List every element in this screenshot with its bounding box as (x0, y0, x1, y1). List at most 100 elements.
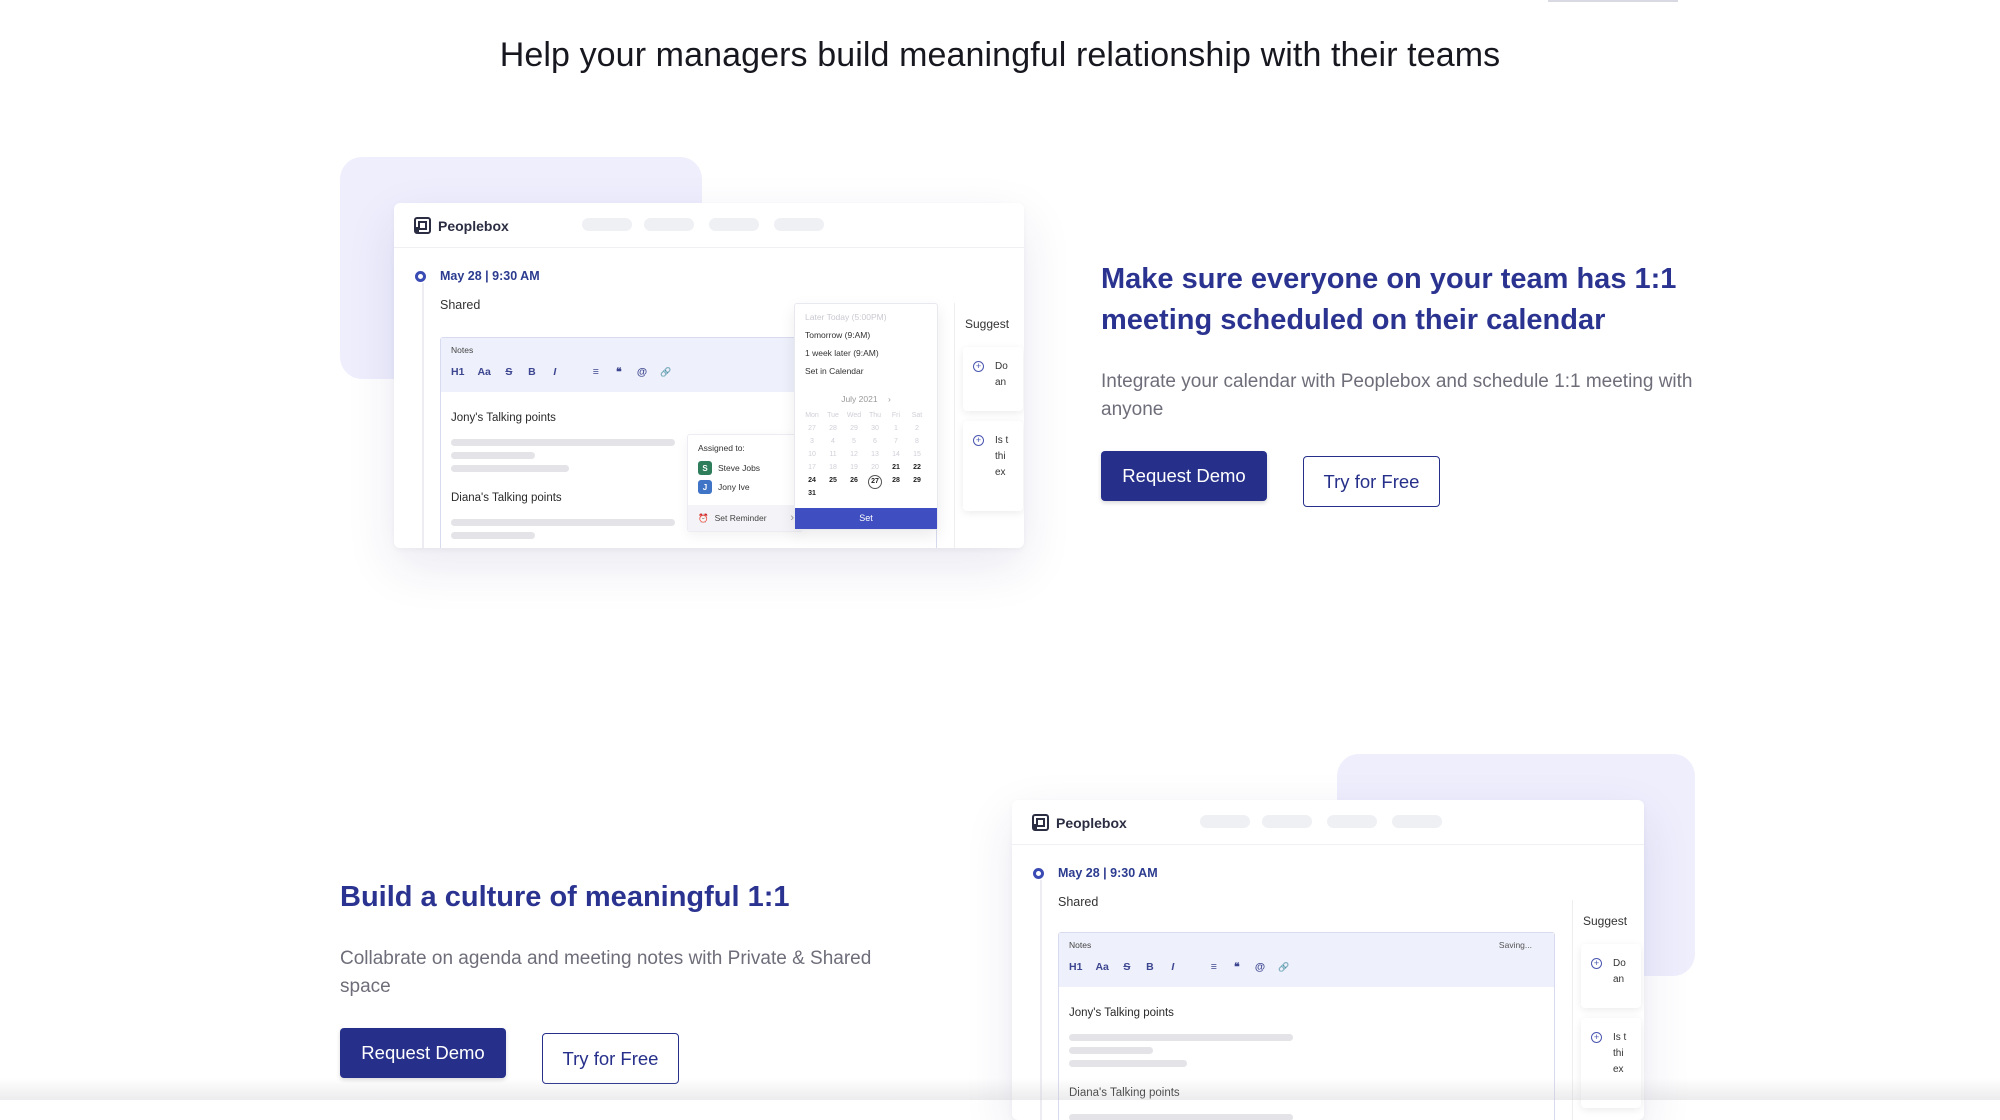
try-for-free-button[interactable]: Try for Free (1303, 456, 1440, 507)
suggestion-text: Do an (995, 361, 1008, 388)
suggestion-card[interactable]: + Is t thi ex (963, 421, 1023, 511)
calendar-day[interactable]: 17 (803, 464, 821, 471)
calendar-day[interactable]: 24 (803, 477, 821, 484)
assignee-item[interactable]: J Jony Ive (698, 480, 750, 494)
list-icon[interactable]: ≡ (591, 366, 601, 378)
calendar-day[interactable]: 27 (868, 475, 882, 489)
calendar-weekday: Tue (827, 412, 839, 419)
calendar-day[interactable]: 13 (866, 451, 884, 458)
mention-icon[interactable]: @ (637, 366, 647, 378)
timeline-dot (415, 271, 426, 282)
try-for-free-button[interactable]: Try for Free (542, 1033, 679, 1084)
suggest-title: Suggest (1583, 914, 1628, 928)
chevron-right-icon[interactable]: › (888, 394, 891, 404)
calendar-day[interactable]: 4 (824, 438, 842, 445)
set-button[interactable]: Set (795, 508, 937, 529)
calendar-day[interactable]: 11 (824, 451, 842, 458)
calendar-day[interactable]: 2 (908, 425, 926, 432)
font-size-icon[interactable]: Aa (1095, 961, 1108, 973)
link-icon[interactable]: 🔗 (1278, 962, 1289, 973)
calendar-day[interactable]: 14 (887, 451, 905, 458)
shared-label: Shared (1058, 895, 1099, 909)
text-placeholder (451, 465, 569, 472)
calendar-day[interactable]: 25 (824, 477, 842, 484)
list-icon[interactable]: ≡ (1209, 961, 1219, 973)
top-divider (1548, 0, 1678, 2)
text-placeholder (451, 532, 535, 539)
calendar-day[interactable]: 28 (824, 425, 842, 432)
brand: Peoplebox (1032, 814, 1127, 831)
reminder-calendar-popup: Later Today (5:00PM) Tomorrow (9:AM) 1 w… (794, 303, 938, 530)
calendar-day[interactable]: 30 (866, 425, 884, 432)
italic-icon[interactable]: I (550, 366, 560, 378)
calendar-day[interactable]: 10 (803, 451, 821, 458)
saving-status: Saving... (1498, 940, 1532, 950)
calendar-day[interactable]: 8 (908, 438, 926, 445)
formatting-toolbar: H1 Aa S B I ≡ ❝ @ 🔗 (1069, 961, 1289, 973)
font-size-icon[interactable]: Aa (477, 366, 490, 378)
calendar-day[interactable]: 21 (887, 464, 905, 471)
add-icon: + (1591, 1032, 1602, 1043)
strikethrough-icon[interactable]: S (1122, 961, 1132, 973)
notes-title: Notes (1069, 940, 1092, 950)
nav-placeholder (644, 218, 694, 231)
notes-title: Notes (451, 345, 474, 355)
bold-icon[interactable]: B (1145, 961, 1155, 973)
calendar-day[interactable]: 27 (803, 425, 821, 432)
reminder-option[interactable]: Tomorrow (9:AM) (805, 330, 870, 340)
italic-icon[interactable]: I (1168, 961, 1178, 973)
calendar-day[interactable]: 1 (887, 425, 905, 432)
calendar-month: July 2021 › (795, 394, 937, 404)
nav-placeholder (709, 218, 759, 231)
reminder-option[interactable]: 1 week later (9:AM) (805, 348, 879, 358)
meeting-date: May 28 | 9:30 AM (1058, 866, 1158, 880)
calendar-day[interactable]: 15 (908, 451, 926, 458)
calendar-day[interactable]: 6 (866, 438, 884, 445)
text-placeholder (451, 452, 535, 459)
suggestion-text: Do an (1613, 958, 1626, 985)
avatar: S (698, 461, 712, 475)
formatting-toolbar: H1 Aa S B I ≡ ❝ @ 🔗 (451, 366, 671, 378)
nav-placeholder (1200, 815, 1250, 828)
feature-title: Build a culture of meaningful 1:1 (340, 881, 790, 913)
calendar-day[interactable]: 28 (887, 477, 905, 484)
calendar-day[interactable]: 26 (845, 477, 863, 484)
heading-icon[interactable]: H1 (451, 366, 464, 378)
reminder-option[interactable]: Set in Calendar (805, 366, 864, 376)
calendar-day[interactable]: 29 (845, 425, 863, 432)
set-reminder-button[interactable]: ⏰ Set Reminder › (688, 505, 802, 531)
calendar-day[interactable]: 22 (908, 464, 926, 471)
quote-icon[interactable]: ❝ (614, 366, 624, 378)
add-icon: + (1591, 958, 1602, 969)
suggestions-panel: Suggest + Do an + Is t thi ex (954, 303, 1024, 548)
heading-icon[interactable]: H1 (1069, 961, 1082, 973)
mention-icon[interactable]: @ (1255, 961, 1265, 973)
calendar-day[interactable]: 18 (824, 464, 842, 471)
calendar-day[interactable]: 20 (866, 464, 884, 471)
brand-name: Peoplebox (438, 217, 509, 234)
request-demo-button[interactable]: Request Demo (1101, 451, 1267, 501)
suggestion-card[interactable]: + Do an (1581, 944, 1641, 1008)
calendar-day[interactable]: 29 (908, 477, 926, 484)
link-icon[interactable]: 🔗 (660, 367, 671, 378)
set-reminder-label: Set Reminder (714, 513, 767, 523)
request-demo-button[interactable]: Request Demo (340, 1028, 506, 1078)
assignee-name: Jony Ive (718, 482, 750, 492)
calendar-month-label: July 2021 (841, 394, 878, 404)
notes-header: Notes Saving... H1 Aa S B I ≡ ❝ @ 🔗 (1059, 933, 1554, 987)
calendar-day[interactable]: 12 (845, 451, 863, 458)
suggestion-card[interactable]: + Do an (963, 347, 1023, 411)
quote-icon[interactable]: ❝ (1232, 961, 1242, 973)
calendar-day[interactable]: 19 (845, 464, 863, 471)
calendar-day[interactable]: 7 (887, 438, 905, 445)
calendar-day[interactable]: 31 (803, 490, 821, 497)
avatar: J (698, 480, 712, 494)
strikethrough-icon[interactable]: S (504, 366, 514, 378)
assignee-item[interactable]: S Steve Jobs (698, 461, 760, 475)
assignee-name: Steve Jobs (718, 463, 761, 473)
reminder-option[interactable]: Later Today (5:00PM) (805, 312, 887, 322)
calendar-day[interactable]: 5 (845, 438, 863, 445)
bold-icon[interactable]: B (527, 366, 537, 378)
calendar-day[interactable]: 3 (803, 438, 821, 445)
text-placeholder (1069, 1034, 1293, 1041)
